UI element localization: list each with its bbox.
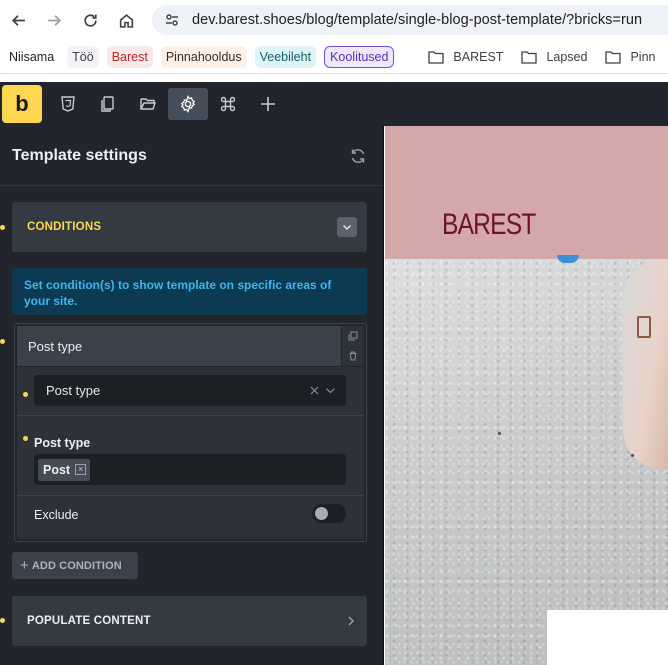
address-bar[interactable]: dev.barest.shoes/blog/template/single-bl… [152,5,668,35]
gear-icon [180,95,196,113]
condition-type-value: Post type [46,383,101,398]
settings-button[interactable] [168,88,208,120]
exclude-label: Exclude [34,508,79,522]
plus-icon [261,97,275,111]
bookmark-barest[interactable]: Barest [106,45,153,68]
bookmark-koolitused[interactable]: Koolitused [324,45,395,68]
folder-label: BAREST [453,49,504,64]
preview-canvas[interactable]: BAREST [385,126,668,665]
chevron-right-icon[interactable] [345,615,357,627]
post-type-field-dot [23,436,28,441]
bookmark-folder-lapsed[interactable]: Lapsed [521,50,587,64]
tag-label: Post [43,462,71,477]
add-condition-label: ADD CONDITION [31,559,122,572]
condition-indicator-dot [0,339,5,344]
bricks-logo[interactable]: b [2,85,42,123]
conditions-info-message: Set condition(s) to show template on spe… [12,268,367,315]
condition-card: Post type Post type Post type Post × Exc… [14,323,367,542]
builder-toolbar: b [0,82,668,126]
site-header: BAREST [385,126,668,259]
conditions-indicator-dot [0,225,5,230]
chevron-down-icon [342,224,352,231]
toggle-knob [315,507,328,520]
condition-header[interactable]: Post type [17,326,341,366]
plus-icon: + [20,557,29,574]
pages-icon [101,96,114,112]
panel-header: Template settings [0,126,383,186]
home-button[interactable] [108,0,144,40]
folder-label: Pinn [630,49,656,64]
folder-icon [605,50,622,64]
select-controls [304,385,336,396]
site-logo: BAREST [442,208,536,241]
condition-actions [342,326,364,366]
css-icon [61,96,75,112]
populate-content-label: POPULATE CONTENT [27,615,151,627]
bookmarks-bar: Niisama Töö Barest Pinnahooldus Veebileh… [0,40,668,74]
home-icon [119,13,133,28]
folder-icon [428,50,445,64]
command-icon [220,96,236,112]
conditions-section-header[interactable]: CONDITIONS [12,202,367,252]
remove-tag-icon[interactable]: × [75,464,87,475]
post-type-tag-input[interactable]: Post × [34,454,346,485]
post-type-select-dot [23,392,28,397]
bookmark-veebileht[interactable]: Veebileht [254,45,317,68]
command-palette-button[interactable] [208,88,248,120]
arrow-left-icon [11,14,25,26]
row-divider [17,415,364,416]
template-settings-panel: Template settings CONDITIONS Set conditi… [0,126,384,665]
browser-url-bar: dev.barest.shoes/blog/template/single-bl… [0,0,668,40]
row-divider [17,495,364,496]
clear-icon[interactable] [309,385,320,396]
image-strap [623,259,668,469]
tag-post: Post × [38,458,91,481]
bookmark-niisama[interactable]: Niisama [4,46,59,68]
folder-open-icon [140,98,156,110]
clone-icon[interactable] [348,331,358,341]
conditions-label: CONDITIONS [27,221,102,233]
post-type-field-label: Post type [34,436,91,450]
back-button[interactable] [0,0,36,40]
bookmark-pinnahooldus[interactable]: Pinnahooldus [160,45,247,68]
panel-title: Template settings [12,146,147,164]
url-text: dev.barest.shoes/blog/template/single-bl… [192,12,643,28]
arrow-right-icon [47,14,61,26]
pages-button[interactable] [88,88,128,120]
populate-content-section[interactable]: POPULATE CONTENT [12,596,367,646]
templates-button[interactable] [128,88,168,120]
populate-indicator-dot [0,618,5,623]
bookmark-folder-pinn[interactable]: Pinn [605,50,655,64]
condition-body: Post type Post type Post × Exclude [17,367,364,539]
forward-button[interactable] [36,0,72,40]
reload-icon [83,13,97,27]
add-element-button[interactable] [248,88,288,120]
image-pebble [498,432,501,435]
trash-icon[interactable] [348,351,358,361]
condition-type-select[interactable]: Post type [34,375,346,406]
exclude-toggle[interactable] [312,504,346,523]
folder-icon [521,50,538,64]
css-button[interactable] [48,88,88,120]
image-pebble [631,454,634,457]
folder-label: Lapsed [546,49,588,64]
add-condition-button[interactable]: + ADD CONDITION [12,552,138,579]
content-box [547,610,668,665]
image-buckle [637,316,651,338]
reload-button[interactable] [72,0,108,40]
bookmark-folder-barest[interactable]: BAREST [428,50,503,64]
collapse-conditions-button[interactable] [337,217,357,237]
site-info-icon[interactable] [164,12,180,28]
refresh-icon[interactable] [349,147,367,165]
chevron-down-icon[interactable] [325,385,336,396]
bookmark-too[interactable]: Töö [67,45,99,68]
